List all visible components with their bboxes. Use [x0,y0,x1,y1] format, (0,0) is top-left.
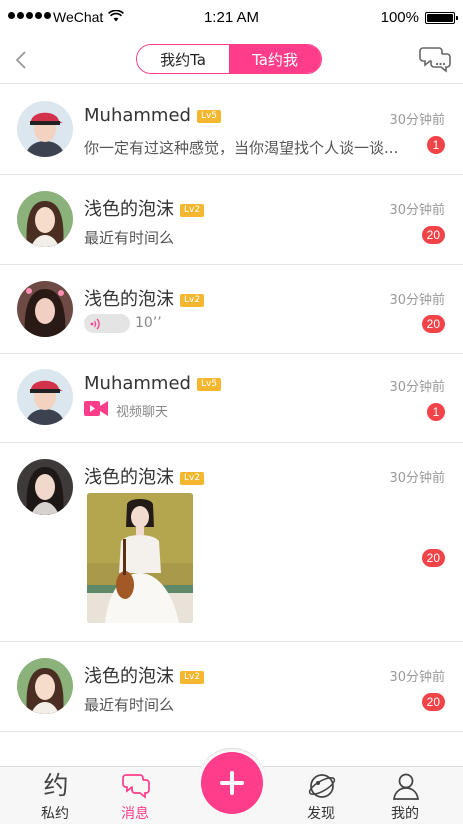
photo-message[interactable] [87,493,193,623]
message-time: 30分钟前 [389,203,445,218]
message-row[interactable]: Muhammed Lv5 30分钟前 你一定有过这种感觉，当你渴望找个人谈一谈..… [0,85,463,175]
level-badge: Lv2 [180,472,205,485]
message-row[interactable]: 浅色的泡沫 Lv2 30分钟前 20 [0,443,463,642]
level-badge: Lv5 [196,378,222,391]
avatar [17,369,73,425]
person-icon [393,773,419,800]
unread-badge: 1 [427,403,445,421]
user-name: 浅色的泡沫 Lv2 [84,662,205,688]
level-badge: Lv2 [180,671,205,684]
tab-label: 私约 [41,806,69,822]
tab-label: 消息 [121,806,149,822]
message-preview: 最近有时间么 [84,229,175,247]
user-name: 浅色的泡沫 Lv2 [84,285,205,311]
message-time: 30分钟前 [389,471,445,486]
message-row[interactable]: 浅色的泡沫 Lv2 30分钟前 10’’ 20 [0,265,463,354]
voice-message[interactable] [84,314,130,333]
voice-duration: 10’’ [135,315,162,331]
tab-discover[interactable]: 发现 [286,767,356,824]
add-button[interactable] [201,752,263,814]
tab-me[interactable]: 我的 [370,767,440,824]
message-time: 30分钟前 [389,293,445,308]
message-preview: 最近有时间么 [84,696,175,714]
chat-bubbles-icon[interactable] [419,45,451,75]
unread-badge: 20 [421,226,445,244]
battery-icon [425,12,458,24]
message-time: 30分钟前 [389,670,445,685]
tab-label: 发现 [307,806,335,822]
yue-char-icon: 约 [43,771,69,800]
segment-control: 我约Ta Ta约我 [136,44,322,74]
tab-private-date[interactable]: 约 私约 [20,767,90,824]
battery-percent: 100% [380,9,419,26]
tab-messages[interactable]: 消息 [100,767,170,824]
message-time: 30分钟前 [389,113,445,128]
unread-badge: 1 [427,136,445,154]
level-badge: Lv5 [196,110,222,123]
nav-bar: 我约Ta Ta约我 [0,36,463,84]
unread-badge: 20 [421,693,445,711]
tab-label: 我的 [391,806,419,822]
message-row[interactable]: 浅色的泡沫 Lv2 30分钟前 最近有时间么 20 [0,642,463,732]
message-time: 30分钟前 [389,380,445,395]
back-arrow-icon[interactable] [10,48,34,72]
message-preview: 你一定有过这种感觉，当你渴望找个人谈一谈... [84,139,399,157]
avatar [17,191,73,247]
planet-icon [308,774,336,798]
status-bar: WeChat 1:21 AM 100% [0,0,463,36]
tab-i-invite[interactable]: 我约Ta [137,45,229,73]
unread-badge: 20 [421,549,445,567]
message-row[interactable]: 浅色的泡沫 Lv2 30分钟前 最近有时间么 20 [0,175,463,265]
user-name: 浅色的泡沫 Lv2 [84,463,205,489]
avatar [17,658,73,714]
level-badge: Lv2 [180,204,205,217]
voice-wave-icon [90,318,100,330]
avatar [17,281,73,337]
avatar [17,101,73,157]
user-name: Muhammed Lv5 [84,373,222,394]
video-camera-icon [84,401,108,416]
chat-bubbles-icon [122,774,150,799]
level-badge: Lv2 [180,294,205,307]
message-preview: 视频聊天 [116,405,169,420]
user-name: Muhammed Lv5 [84,105,222,126]
user-name: 浅色的泡沫 Lv2 [84,195,205,221]
message-list: Muhammed Lv5 30分钟前 你一定有过这种感觉，当你渴望找个人谈一谈..… [0,85,463,732]
unread-badge: 20 [421,315,445,333]
tab-invited-me[interactable]: Ta约我 [229,45,321,73]
avatar [17,459,73,515]
message-row[interactable]: Muhammed Lv5 30分钟前 视频聊天 1 [0,354,463,443]
